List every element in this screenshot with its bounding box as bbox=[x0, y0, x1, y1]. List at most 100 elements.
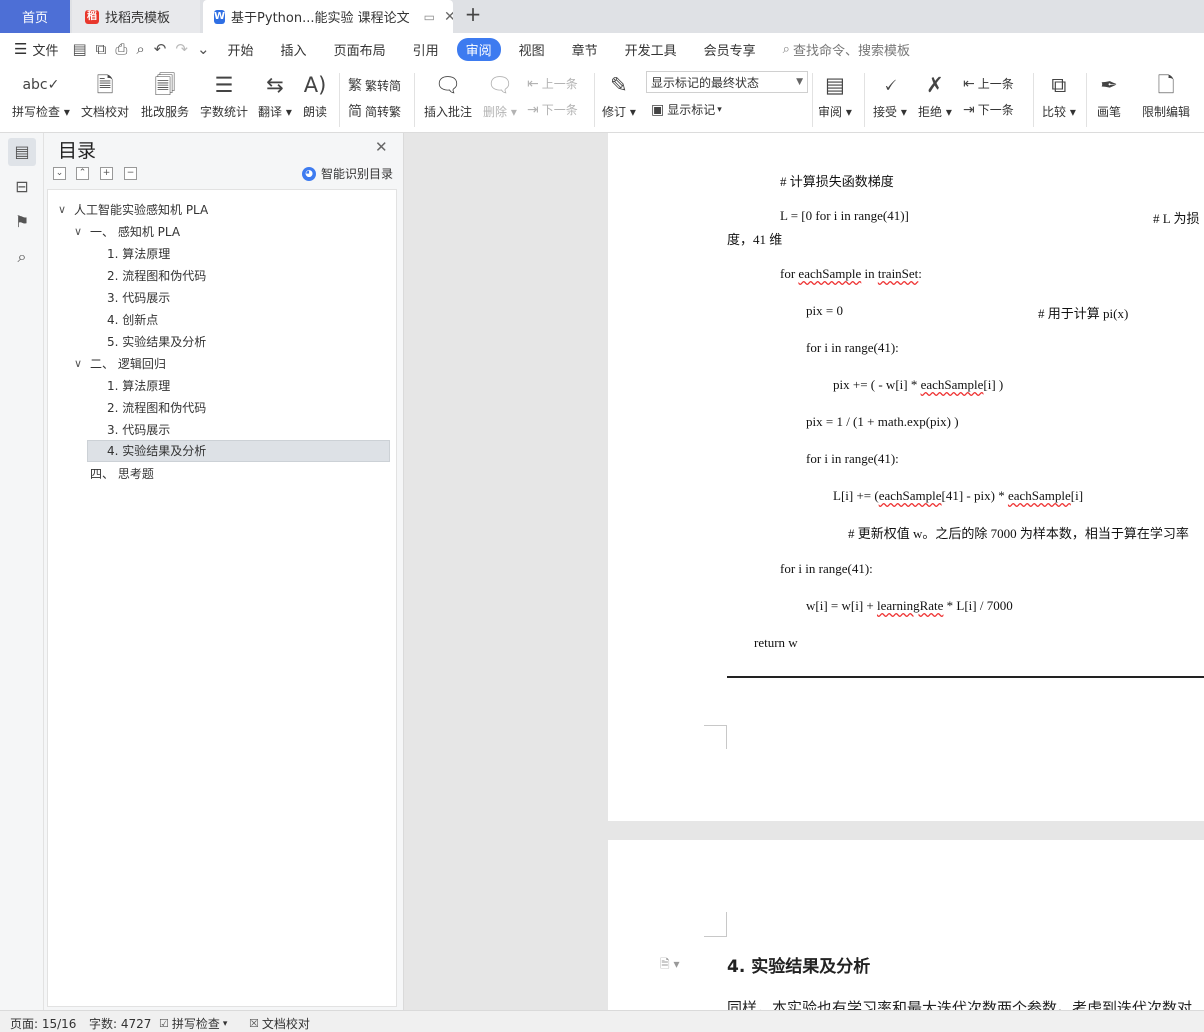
code-comment[interactable]: # L 为损 bbox=[1153, 208, 1199, 227]
smart-toc-button[interactable]: ◕ 智能识别目录 bbox=[302, 165, 393, 182]
status-doc-check-button[interactable]: ☒ 文档校对 bbox=[249, 1015, 310, 1032]
track-changes-button[interactable]: ✎ 修订 ▾ bbox=[602, 71, 636, 120]
code-line[interactable]: for eachSample in trainSet: bbox=[780, 266, 922, 282]
read-aloud-button[interactable]: A) 朗读 bbox=[303, 71, 327, 120]
print-icon[interactable]: ⎙ bbox=[115, 40, 127, 58]
paragraph-options-icon[interactable]: 🗎 ▾ bbox=[660, 955, 680, 976]
toc-item[interactable]: ∨ 一、 感知机 PLA bbox=[74, 221, 180, 243]
hamburger-icon[interactable]: ☰ bbox=[14, 40, 27, 58]
review-pane-button[interactable]: ▤ 审阅 ▾ bbox=[818, 71, 852, 120]
pin-icon[interactable]: ▭ bbox=[424, 10, 435, 24]
doc-check-button[interactable]: 🗎 文档校对 bbox=[81, 71, 129, 120]
code-line[interactable]: w[i] = w[i] + learningRate * L[i] / 7000 bbox=[806, 598, 1013, 614]
trad-to-simp-button[interactable]: 繁繁转简 bbox=[348, 75, 401, 95]
chevron-down-icon[interactable]: ∨ bbox=[58, 199, 74, 221]
bookmark-icon[interactable]: ⚑ bbox=[8, 208, 36, 236]
toc-item[interactable]: ∨ 二、 逻辑回归 bbox=[74, 353, 166, 375]
review-service-button[interactable]: 🗐 批改服务 bbox=[141, 71, 189, 120]
add-heading-icon[interactable]: + bbox=[100, 167, 113, 180]
close-icon[interactable]: ✕ bbox=[375, 138, 388, 156]
tab-document[interactable]: W 基于Python...能实验 课程论文 ▭ ✕ bbox=[203, 0, 453, 33]
status-spellcheck-button[interactable]: ☑ 拼写检查 ▾ bbox=[159, 1015, 227, 1032]
expand-up-icon[interactable]: ⌃ bbox=[76, 167, 89, 180]
customize-toolbar-icon[interactable]: ⌄ bbox=[197, 40, 210, 58]
menu-view[interactable]: 视图 bbox=[519, 40, 545, 59]
menu-references[interactable]: 引用 bbox=[413, 40, 439, 59]
toc-panel-icon[interactable]: ▤ bbox=[8, 138, 36, 166]
tab-template[interactable]: 稻 找稻壳模板 bbox=[72, 0, 200, 33]
pen-icon: ✒ bbox=[1100, 73, 1118, 97]
toc-item[interactable]: 3. 代码展示 bbox=[107, 419, 170, 441]
section-heading[interactable]: 4. 实验结果及分析 bbox=[727, 952, 870, 977]
collapse-all-icon[interactable]: ⌄ bbox=[53, 167, 66, 180]
toc-item[interactable]: ∨ 人工智能实验感知机 PLA bbox=[58, 199, 208, 221]
compare-button[interactable]: ⧉ 比较 ▾ bbox=[1042, 71, 1076, 120]
command-search[interactable]: 查找命令、搜索模板 bbox=[793, 40, 910, 59]
insert-comment-button[interactable]: 🗨 插入批注 bbox=[424, 71, 472, 120]
toc-item[interactable]: 1. 算法原理 bbox=[107, 375, 170, 397]
code-comment[interactable]: # 更新权值 w。之后的除 7000 为样本数，相当于算在学习率 bbox=[848, 523, 1189, 542]
code-comment[interactable]: # 用于计算 pi(x) bbox=[1038, 303, 1128, 322]
code-line[interactable]: # 计算损失函数梯度 bbox=[780, 171, 894, 190]
menu-page-layout[interactable]: 页面布局 bbox=[334, 40, 386, 59]
section-nav-icon[interactable]: ⊟ bbox=[8, 173, 36, 201]
toc-item[interactable]: 4. 创新点 bbox=[107, 309, 158, 331]
toc-item[interactable]: 3. 代码展示 bbox=[107, 287, 170, 309]
redo-icon[interactable]: ↷ bbox=[175, 40, 188, 58]
toc-item[interactable]: 1. 算法原理 bbox=[107, 243, 170, 265]
restrict-edit-button[interactable]: 🗋 限制编辑 bbox=[1142, 71, 1190, 120]
translate-button[interactable]: ⇆ 翻译 ▾ bbox=[258, 71, 292, 120]
menu-insert[interactable]: 插入 bbox=[281, 40, 307, 59]
code-line[interactable]: for i in range(41): bbox=[806, 340, 899, 356]
add-tab-button[interactable]: + bbox=[462, 4, 484, 26]
code-line[interactable]: for i in range(41): bbox=[806, 451, 899, 467]
spellcheck-button[interactable]: abc✓ 拼写检查 ▾ bbox=[12, 71, 70, 120]
toc-item[interactable]: 2. 流程图和伪代码 bbox=[107, 397, 206, 419]
delete-comment-button[interactable]: 🗨 删除 ▾ bbox=[483, 71, 517, 120]
menu-section[interactable]: 章节 bbox=[572, 40, 598, 59]
prev-change-button[interactable]: ⇤ 上一条 bbox=[963, 75, 1014, 92]
toc-item[interactable]: 5. 实验结果及分析 bbox=[107, 331, 206, 353]
translate-icon: ⇆ bbox=[266, 73, 284, 97]
code-line[interactable]: for i in range(41): bbox=[780, 561, 873, 577]
next-change-button[interactable]: ⇥ 下一条 bbox=[963, 101, 1014, 118]
chevron-down-icon[interactable]: ∨ bbox=[74, 221, 90, 243]
word-count-button[interactable]: ☰ 字数统计 bbox=[200, 71, 248, 120]
menu-developer[interactable]: 开发工具 bbox=[625, 40, 677, 59]
export-pdf-icon[interactable]: ⧉ bbox=[96, 40, 107, 58]
remove-heading-icon[interactable]: − bbox=[124, 167, 137, 180]
document-workspace: # 计算损失函数梯度 L = [0 for i in range(41)] # … bbox=[404, 133, 1204, 1010]
next-comment-button[interactable]: ⇥ 下一条 bbox=[527, 101, 578, 118]
toc-item-active[interactable]: 4. 实验结果及分析 bbox=[87, 440, 390, 462]
undo-icon[interactable]: ↶ bbox=[154, 40, 167, 58]
body-paragraph[interactable]: 同样，本实验也有学习率和最大迭代次数两个参数。考虑到迭代次数对 bbox=[727, 997, 1192, 1010]
pen-button[interactable]: ✒ 画笔 bbox=[1097, 71, 1121, 120]
menu-file[interactable]: 文件 bbox=[32, 40, 58, 59]
tab-home[interactable]: 首页 bbox=[0, 0, 70, 33]
menu-home[interactable]: 开始 bbox=[228, 40, 254, 59]
simp-to-trad-button[interactable]: 简简转繁 bbox=[348, 101, 401, 121]
toc-item[interactable]: 2. 流程图和伪代码 bbox=[107, 265, 206, 287]
page-indicator[interactable]: 页面: 15/16 bbox=[10, 1015, 76, 1032]
code-line[interactable]: L = [0 for i in range(41)] bbox=[780, 208, 909, 224]
reject-button[interactable]: ✗ 拒绝 ▾ bbox=[918, 71, 952, 120]
menu-member[interactable]: 会员专享 bbox=[704, 40, 756, 59]
code-line[interactable]: 度，41 维 bbox=[727, 229, 782, 248]
word-count[interactable]: 字数: 4727 bbox=[89, 1015, 151, 1032]
show-markup-button[interactable]: ▣ 显示标记 ▾ bbox=[651, 101, 722, 118]
markup-state-select[interactable]: 显示标记的最终状态 ▼ bbox=[646, 71, 808, 93]
prev-comment-button[interactable]: ⇤ 上一条 bbox=[527, 75, 578, 92]
code-line[interactable]: return w bbox=[754, 635, 798, 651]
menu-review[interactable]: 审阅 bbox=[456, 37, 501, 61]
print-preview-icon[interactable]: ⌕ bbox=[136, 40, 144, 58]
code-line[interactable]: L[i] += (eachSample[41] - pix) * eachSam… bbox=[833, 488, 1083, 504]
accept-button[interactable]: 🗸 接受 ▾ bbox=[873, 71, 907, 120]
save-icon[interactable]: ▤ bbox=[72, 40, 86, 58]
search-icon[interactable]: ⌕ bbox=[8, 243, 36, 271]
code-line[interactable]: pix = 0 bbox=[806, 303, 843, 319]
chevron-down-icon[interactable]: ∨ bbox=[74, 353, 90, 375]
toc-item[interactable]: 四、 思考题 bbox=[90, 463, 154, 485]
close-tab-icon[interactable]: ✕ bbox=[444, 9, 453, 25]
code-line[interactable]: pix += ( - w[i] * eachSample[i] ) bbox=[833, 377, 1003, 393]
code-line[interactable]: pix = 1 / (1 + math.exp(pix) ) bbox=[806, 414, 959, 430]
